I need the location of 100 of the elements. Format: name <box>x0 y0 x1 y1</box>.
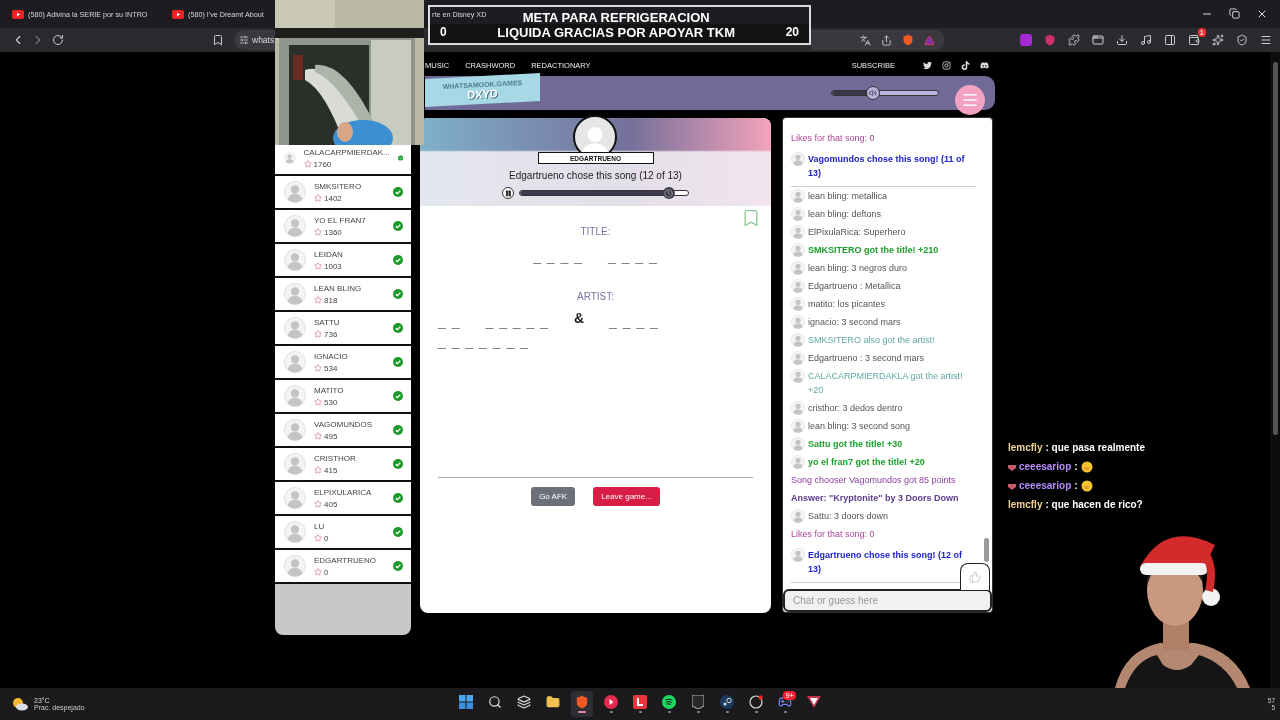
sidebar-icon[interactable] <box>1164 34 1176 46</box>
player-name: CRISTHOR <box>314 453 357 463</box>
scroll-thumb <box>984 538 989 562</box>
music-note-icon[interactable] <box>961 61 970 70</box>
player-score: 0 <box>324 567 329 577</box>
thumbs-up-icon <box>969 571 981 583</box>
star-icon <box>314 228 322 236</box>
star-icon <box>303 160 312 168</box>
sparkles-icon[interactable] <box>1212 34 1224 46</box>
song-caption: Edgartrueno chose this song (12 of 13) <box>509 170 682 181</box>
title-label: TITLE: <box>580 226 611 237</box>
star-icon <box>314 466 322 474</box>
player-score: 534 <box>324 363 338 373</box>
emoji-icon <box>1080 479 1093 492</box>
site-settings-icon[interactable] <box>239 35 249 45</box>
player-name: EDGARTRUENO <box>314 555 378 565</box>
tile-icon <box>633 695 647 709</box>
player-name: SATTU <box>314 317 341 327</box>
sound-waves-icon <box>662 695 676 709</box>
afk-button[interactable]: Go AFK <box>531 487 576 506</box>
chat-message: lean bling: 3 second song <box>808 420 911 433</box>
avatar-icon <box>284 351 306 373</box>
player-name: LEIDAN <box>314 249 344 259</box>
chat-message: ElPixulaRica: Superhero <box>808 226 906 239</box>
player-score: 1360 <box>324 227 342 237</box>
star-icon <box>314 262 322 270</box>
chat-input[interactable]: Chat or guess here <box>783 589 992 612</box>
restore-icon[interactable] <box>1229 8 1240 19</box>
search-icon <box>488 695 502 709</box>
avatar-icon <box>284 385 306 407</box>
chat-message: ignacio: 3 second mars <box>808 316 901 329</box>
player-name: LEAN BLING <box>314 283 363 293</box>
chat-message: lean bling: deftons <box>808 208 882 221</box>
chat-username: ceeesariop <box>1019 480 1072 491</box>
avatar-icon <box>791 189 805 203</box>
star-icon <box>314 432 322 440</box>
avatar-icon <box>284 283 306 305</box>
chat-text: : que hacen de rico? <box>1045 499 1143 510</box>
address-bar[interactable]: whats <box>234 30 275 50</box>
chat-text: : <box>1074 461 1078 472</box>
avatar-icon <box>284 317 306 339</box>
goal-text: LIQUIDA GRACIAS POR APOYAR TKM <box>497 25 735 40</box>
extension-icon[interactable] <box>1020 34 1032 46</box>
chat-username: lemcfly <box>1008 442 1043 453</box>
chat-message: SMKSITERO got the title! +210 <box>808 244 939 257</box>
camera-outline-icon[interactable] <box>942 61 951 70</box>
download-icon[interactable] <box>1116 34 1128 46</box>
avatar-icon <box>791 455 805 469</box>
artist-blank: _ _ _ _ <box>609 314 659 330</box>
game-controller-icon[interactable] <box>980 61 989 70</box>
player-score: 1003 <box>324 261 342 271</box>
play-tile-icon <box>172 9 184 19</box>
extensions-icon[interactable] <box>1068 34 1080 46</box>
chat-message: lean bling: metallica <box>808 190 888 203</box>
translate-icon[interactable] <box>860 34 871 46</box>
window-icon[interactable] <box>1092 34 1104 46</box>
star-icon <box>314 194 322 202</box>
like-button[interactable] <box>960 563 990 590</box>
shield-check-icon[interactable] <box>1236 34 1248 46</box>
chat-message: Edgartrueno chose this song! (12 of 13) <box>808 549 963 576</box>
avatar-icon <box>791 261 805 275</box>
menu-button[interactable] <box>955 85 985 115</box>
bird-icon[interactable] <box>923 61 932 70</box>
avatar-icon <box>791 333 805 347</box>
pause-button[interactable] <box>502 187 514 199</box>
menu-icon[interactable] <box>1260 34 1272 46</box>
avatar-icon <box>791 351 805 365</box>
avatar-icon <box>284 181 306 203</box>
close-icon[interactable] <box>1256 8 1268 20</box>
four-squares-icon <box>459 695 473 709</box>
wallet-icon[interactable] <box>1188 34 1200 46</box>
share-icon[interactable] <box>881 34 892 46</box>
avatar-icon <box>284 555 306 577</box>
shield-icon <box>575 695 589 709</box>
goal-text: META PARA REFRIGERACION <box>522 10 710 25</box>
avatar-icon <box>791 279 805 293</box>
chat-username: lemcfly <box>1008 499 1043 510</box>
shield-icon[interactable] <box>1044 34 1056 46</box>
player-name: LU <box>314 521 326 531</box>
game-controller-icon <box>778 695 792 709</box>
shield-icon[interactable] <box>902 34 914 46</box>
player-name: SMKSITERO <box>314 181 363 191</box>
avatar-icon <box>791 548 805 562</box>
chat-message: Answer: "Kryptonite" by 3 Doors Down <box>791 492 959 505</box>
chat-message: Sattu got the title! +30 <box>808 438 903 451</box>
player-score: 405 <box>324 499 338 509</box>
player-name: IGNACIO <box>314 351 349 361</box>
music-icon[interactable] <box>1140 34 1152 46</box>
avatar-icon <box>284 487 306 509</box>
clock-icon <box>662 187 675 199</box>
avatar-icon <box>791 207 805 221</box>
volume-thumb[interactable] <box>866 86 881 100</box>
avatar-icon <box>791 369 805 383</box>
player-score: 1760 <box>313 159 332 169</box>
player-name: YO EL FRAN7 <box>314 215 367 225</box>
bookmark-icon[interactable] <box>212 34 224 46</box>
reload-icon[interactable] <box>52 34 64 46</box>
avatar-icon <box>284 249 306 271</box>
player-score: 1402 <box>324 193 342 203</box>
leave-game-button[interactable]: Leave game... <box>593 487 660 506</box>
